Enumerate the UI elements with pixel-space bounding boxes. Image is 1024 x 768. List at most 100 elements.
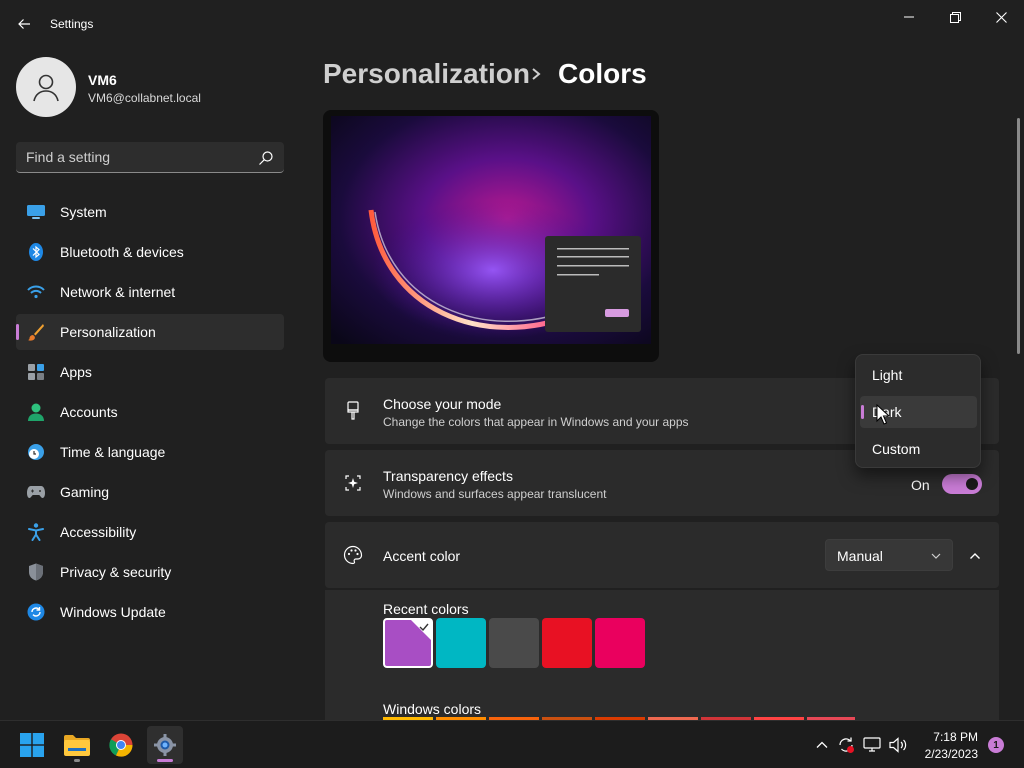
palette-icon [343,545,363,565]
accessibility-icon [27,523,45,541]
sidebar-item-label: Windows Update [60,604,166,620]
start-button[interactable] [14,726,50,764]
wallpaper-preview [331,116,651,344]
sidebar-item-network[interactable]: Network & internet [16,274,284,310]
paint-brush-icon [343,401,363,421]
sidebar-item-label: Time & language [60,444,166,460]
chrome-button[interactable] [103,726,139,764]
chrome-icon [109,733,133,757]
file-explorer-button[interactable] [59,726,95,764]
sidebar-item-time-language[interactable]: Time & language [16,434,284,470]
gear-icon [154,734,176,756]
restore-button[interactable] [932,4,978,30]
recent-color-swatch[interactable] [595,618,645,668]
clock-globe-icon [27,443,45,461]
breadcrumb-parent[interactable]: Personalization [323,58,530,90]
bluetooth-icon [27,243,45,261]
minimize-button[interactable] [886,4,932,30]
sidebar-item-privacy[interactable]: Privacy & security [16,554,284,590]
mode-option-custom[interactable]: Custom [860,433,977,465]
sidebar-item-windows-update[interactable]: Windows Update [16,594,284,630]
close-icon [995,11,1007,23]
option-label: Custom [872,441,921,457]
system-icon [27,203,45,221]
taskbar-time[interactable]: 7:18 PM [930,730,978,744]
notification-badge[interactable]: 1 [988,737,1004,753]
chevron-up-icon [816,741,828,748]
sidebar-nav: System Bluetooth & devices Network & int… [16,194,284,634]
taskbar-date[interactable]: 2/23/2023 [916,747,978,761]
accounts-icon [27,403,45,421]
accent-color-panel: Recent colors Windows colors [325,590,999,720]
search-box[interactable] [16,142,284,173]
checkmark-icon [419,623,429,632]
sidebar-item-label: Apps [60,364,92,380]
sidebar-item-apps[interactable]: Apps [16,354,284,390]
active-indicator [16,324,19,340]
sidebar-item-label: Bluetooth & devices [60,244,184,260]
sidebar-item-label: Personalization [60,324,156,340]
show-hidden-icons-button[interactable] [812,735,832,755]
wifi-icon [27,283,45,301]
user-name: VM6 [88,72,117,88]
accent-mode-select[interactable]: Manual [825,539,953,571]
toggle-state-label: On [911,477,930,493]
title-bar: Settings [0,0,1024,48]
mode-title: Choose your mode [383,396,502,412]
recent-color-swatch[interactable] [542,618,592,668]
running-indicator [74,759,80,762]
back-button[interactable] [10,10,38,38]
update-icon [27,603,45,621]
sidebar-item-bluetooth[interactable]: Bluetooth & devices [16,234,284,270]
settings-taskbar-button[interactable] [147,726,183,764]
sidebar-item-accounts[interactable]: Accounts [16,394,284,430]
accent-color-card[interactable]: Accent color Manual [325,522,999,588]
active-app-indicator [157,759,173,762]
sync-tray-icon[interactable] [836,735,856,755]
sparkle-icon [343,473,363,493]
mode-dropdown: Light Dark Custom [855,354,981,468]
chevron-right-icon [532,68,541,80]
recent-color-swatch[interactable] [383,618,433,668]
toggle-knob [966,478,978,490]
folder-icon [64,735,90,756]
sidebar-item-personalization[interactable]: Personalization [16,314,284,350]
user-icon [33,74,59,102]
mode-option-light[interactable]: Light [860,359,977,391]
recent-color-swatch[interactable] [436,618,486,668]
restore-icon [949,11,961,23]
recent-colors-label: Recent colors [383,601,469,617]
transparency-description: Windows and surfaces appear translucent [383,487,607,501]
search-icon[interactable] [258,150,274,166]
sidebar-item-label: Accounts [60,404,118,420]
shield-icon [27,563,45,581]
brush-icon [27,323,45,341]
sidebar-item-accessibility[interactable]: Accessibility [16,514,284,550]
collapse-button[interactable] [961,542,989,570]
search-input[interactable] [26,149,246,165]
page-title: Colors [558,58,647,89]
sidebar-item-label: Gaming [60,484,110,500]
app-title: Settings [50,17,94,31]
sidebar-item-label: Accessibility [60,524,137,540]
avatar[interactable] [16,57,76,117]
back-arrow-icon [18,19,30,29]
user-email: VM6@collabnet.local [88,91,201,105]
close-button[interactable] [978,4,1024,30]
sidebar-item-gaming[interactable]: Gaming [16,474,284,510]
volume-tray-icon[interactable] [888,735,908,755]
sidebar-item-label: Network & internet [60,284,176,300]
mouse-cursor-icon [876,404,890,425]
network-tray-icon[interactable] [862,735,882,755]
sidebar-item-label: Privacy & security [60,564,172,580]
mode-description: Change the colors that appear in Windows… [383,415,689,429]
sidebar-item-system[interactable]: System [16,194,284,230]
ethernet-icon [863,737,881,752]
theme-preview [323,110,659,362]
windows-logo-icon [20,733,44,757]
scrollbar[interactable] [1017,118,1020,354]
apps-icon [27,363,45,381]
recent-color-swatch[interactable] [489,618,539,668]
transparency-toggle[interactable] [942,474,982,494]
sync-icon [839,737,854,753]
